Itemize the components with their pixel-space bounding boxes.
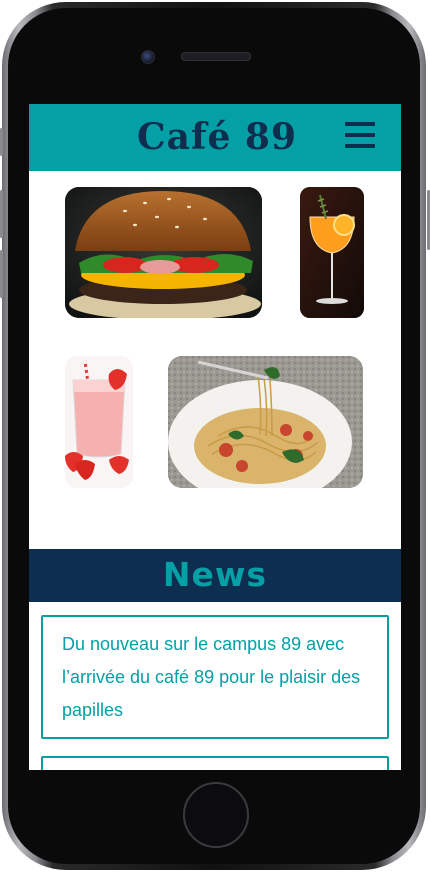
smoothie-photo: [65, 356, 133, 488]
menu-bar: [345, 122, 375, 126]
screen: Café 89 News Du nouveau sur le campus 89…: [29, 104, 401, 770]
news-card-text: Du nouveau sur le campus 89 avec l’arriv…: [62, 634, 361, 720]
mute-switch: [0, 128, 3, 156]
menu-bar: [345, 133, 375, 137]
menu-bar: [345, 144, 375, 148]
site-header: Café 89: [29, 104, 401, 171]
news-title: News: [162, 555, 268, 594]
site-logo[interactable]: Café 89: [137, 116, 297, 158]
cocktail-photo: [300, 187, 364, 318]
news-card[interactable]: [41, 756, 389, 770]
news-card[interactable]: Du nouveau sur le campus 89 avec l’arriv…: [41, 615, 389, 739]
burger-photo: [65, 187, 262, 318]
volume-up-button: [0, 190, 3, 238]
news-section-header: News: [29, 549, 401, 602]
front-camera: [141, 50, 155, 64]
volume-down-button: [0, 250, 3, 298]
home-button[interactable]: [183, 782, 249, 848]
pasta-photo: [168, 356, 363, 488]
hamburger-menu-icon[interactable]: [345, 122, 377, 152]
earpiece-speaker: [181, 52, 251, 61]
